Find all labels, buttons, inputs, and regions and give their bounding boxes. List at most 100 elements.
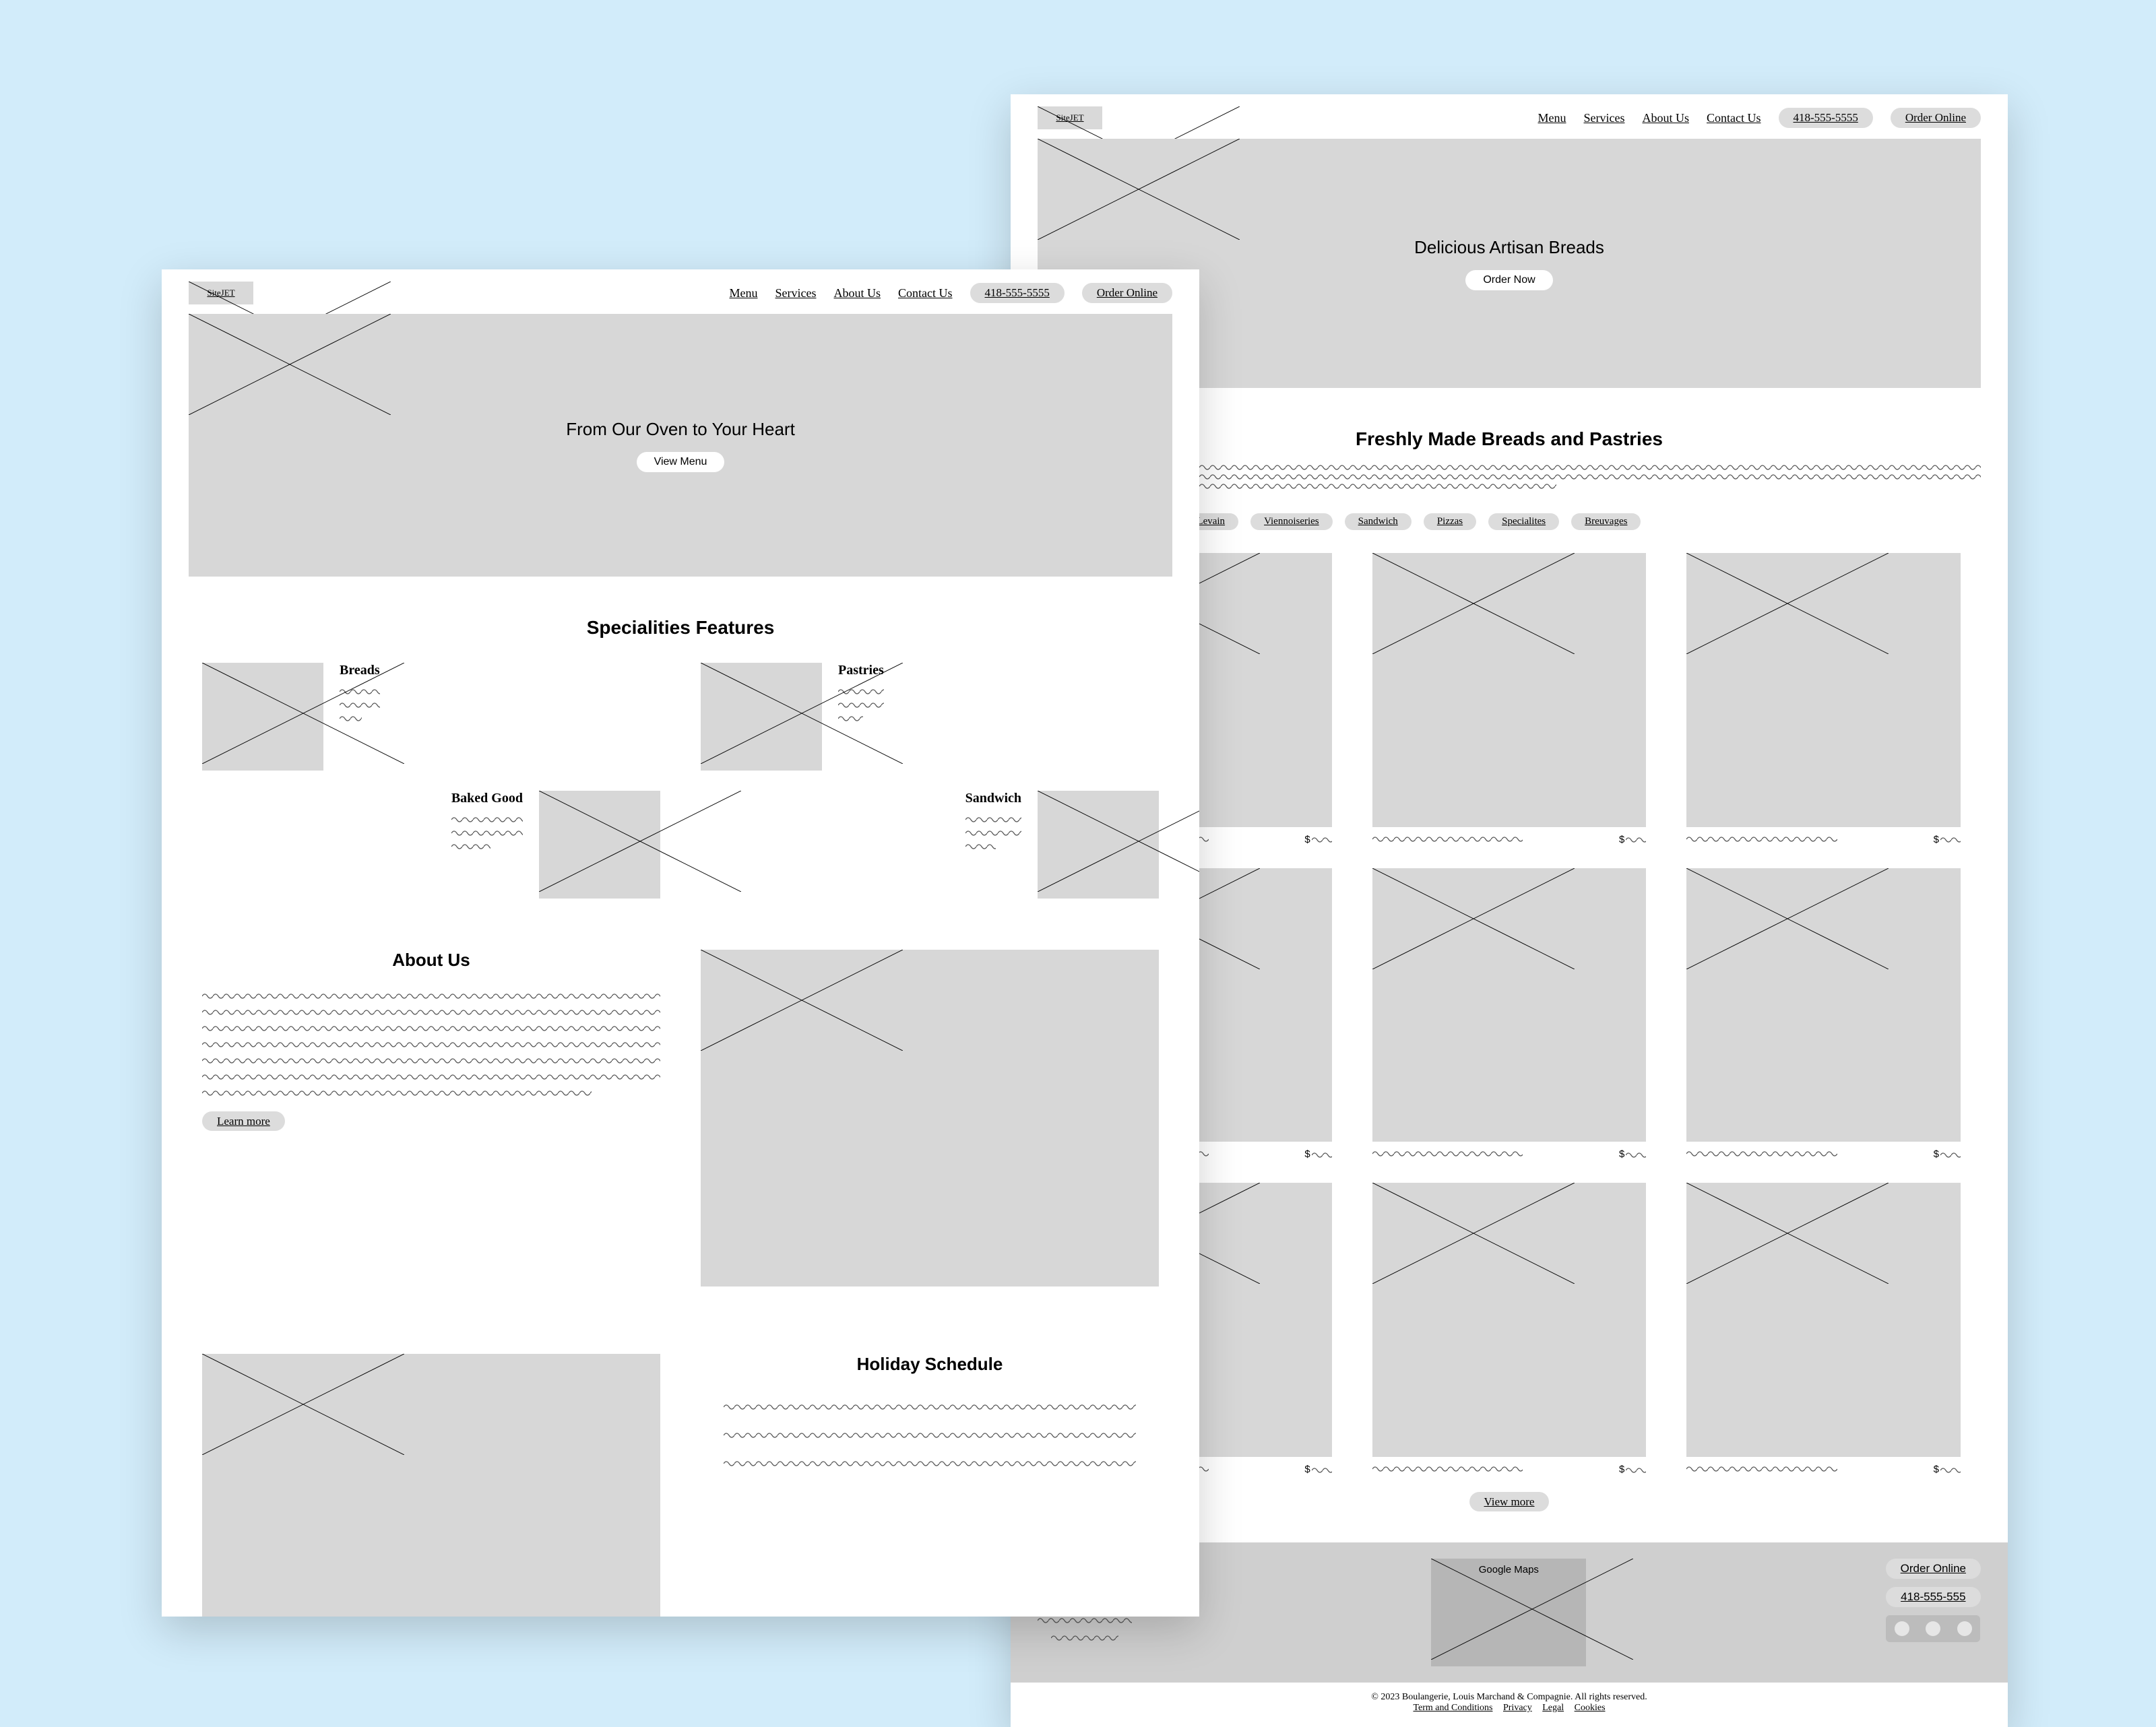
placeholder-x-icon: [1686, 553, 1889, 654]
feature-image-placeholder: [1038, 791, 1159, 899]
filter-pizzas[interactable]: Pizzas: [1424, 513, 1476, 530]
logo-label: SiteJET: [189, 282, 253, 304]
product-image-placeholder: [1686, 553, 1961, 827]
nav-services[interactable]: Services: [1584, 111, 1625, 125]
product-image-placeholder: [1372, 553, 1647, 827]
placeholder-x-icon: [1372, 868, 1575, 969]
legal-legal[interactable]: Legal: [1542, 1703, 1564, 1713]
product-card[interactable]: $: [1372, 553, 1647, 845]
learn-more-button[interactable]: Learn more: [202, 1111, 285, 1131]
placeholder-x-icon: [1686, 868, 1889, 969]
logo-placeholder[interactable]: SiteJET: [189, 282, 253, 304]
header: SiteJET Menu Services About Us Contact U…: [1011, 94, 2008, 139]
filter-breuvages[interactable]: Breuvages: [1571, 513, 1641, 530]
placeholder-x-icon: [1372, 553, 1575, 654]
placeholder-x-icon: [539, 791, 741, 892]
features-title: Specialities Features: [162, 617, 1199, 639]
map-label: Google Maps: [1479, 1564, 1539, 1575]
feature-sandwich: Sandwich: [701, 791, 1159, 899]
feature-desc: [451, 814, 523, 851]
placeholder-x-icon: [1038, 139, 1240, 240]
product-image-placeholder: [1372, 1183, 1647, 1457]
holiday-title: Holiday Schedule: [701, 1354, 1159, 1375]
product-name-placeholder: [1686, 1464, 1837, 1473]
nav-services[interactable]: Services: [775, 286, 817, 300]
nav-about[interactable]: About Us: [1642, 111, 1689, 125]
feature-image-placeholder: [539, 791, 660, 899]
social-icon[interactable]: [1895, 1621, 1909, 1636]
copyright: © 2023 Boulangerie, Louis Marchand & Com…: [1011, 1692, 2008, 1703]
placeholder-x-icon: [1038, 791, 1199, 892]
placeholder-x-icon: [189, 314, 391, 415]
nav-menu[interactable]: Menu: [1538, 111, 1566, 125]
product-price: $: [1619, 1148, 1646, 1160]
placeholder-x-icon: [1372, 1183, 1575, 1284]
product-card[interactable]: $: [1686, 1183, 1961, 1475]
about-body: [202, 991, 660, 1097]
legal-terms[interactable]: Term and Conditions: [1413, 1703, 1492, 1713]
order-online-pill[interactable]: Order Online: [1082, 283, 1172, 303]
features-grid: Breads Pastries Baked Good: [202, 663, 1159, 899]
about-text: About Us Learn more: [202, 950, 660, 1286]
nav-contact[interactable]: Contact Us: [898, 286, 953, 300]
about-image-placeholder: [701, 950, 1159, 1286]
hero-title: From Our Oven to Your Heart: [566, 419, 795, 440]
legal-footer: © 2023 Boulangerie, Louis Marchand & Com…: [1011, 1683, 2008, 1727]
header: SiteJET Menu Services About Us Contact U…: [162, 269, 1199, 314]
about-row: About Us Learn more: [202, 950, 1159, 1286]
filter-viennoiseries[interactable]: Viennoiseries: [1250, 513, 1333, 530]
product-name-placeholder: [1372, 834, 1523, 843]
product-price: $: [1304, 1148, 1331, 1160]
footer-actions: Order Online 418-555-555: [1886, 1559, 1981, 1642]
placeholder-x-icon: [701, 663, 903, 764]
hero-cta-button[interactable]: View Menu: [637, 452, 725, 472]
social-links: [1886, 1615, 1980, 1642]
product-price: $: [1304, 834, 1331, 845]
footer-hours-text: [1038, 1615, 1132, 1625]
hero-cta-button[interactable]: Order Now: [1465, 270, 1552, 290]
nav-contact[interactable]: Contact Us: [1707, 111, 1761, 125]
feature-name: Baked Good: [451, 791, 523, 806]
product-price: $: [1304, 1464, 1331, 1475]
filter-sandwich[interactable]: Sandwich: [1345, 513, 1412, 530]
product-name-placeholder: [1372, 1464, 1523, 1473]
product-card[interactable]: $: [1686, 868, 1961, 1161]
logo-placeholder[interactable]: SiteJET: [1038, 106, 1102, 129]
product-price: $: [1934, 1464, 1961, 1475]
placeholder-x-icon: [1686, 1183, 1889, 1284]
product-name-placeholder: [1686, 834, 1837, 843]
phone-pill[interactable]: 418-555-5555: [970, 283, 1065, 303]
footer-map: Google Maps: [1431, 1559, 1586, 1666]
wireframe-page-home: SiteJET Menu Services About Us Contact U…: [162, 269, 1199, 1617]
product-price: $: [1934, 834, 1961, 845]
order-online-pill[interactable]: Order Online: [1891, 108, 1981, 128]
filter-specialites[interactable]: Specialites: [1488, 513, 1559, 530]
about-title: About Us: [202, 950, 660, 971]
product-price: $: [1619, 834, 1646, 845]
map-placeholder[interactable]: Google Maps: [1431, 1559, 1586, 1666]
view-more-button[interactable]: View more: [1469, 1492, 1550, 1511]
nav-menu[interactable]: Menu: [730, 286, 758, 300]
holiday-row: View Special Menu Holiday Schedule: [202, 1354, 1159, 1617]
legal-privacy[interactable]: Privacy: [1503, 1703, 1532, 1713]
product-card[interactable]: $: [1686, 553, 1961, 845]
product-price: $: [1934, 1148, 1961, 1160]
product-price: $: [1619, 1464, 1646, 1475]
product-image-placeholder: [1372, 868, 1647, 1142]
footer-order-online[interactable]: Order Online: [1886, 1559, 1981, 1579]
phone-pill[interactable]: 418-555-5555: [1779, 108, 1873, 128]
placeholder-x-icon: [701, 950, 903, 1051]
product-name-placeholder: [1686, 1148, 1837, 1158]
top-nav: Menu Services About Us Contact Us 418-55…: [730, 283, 1173, 303]
social-icon[interactable]: [1926, 1621, 1940, 1636]
product-name-placeholder: [1372, 1148, 1523, 1158]
social-icon[interactable]: [1957, 1621, 1972, 1636]
legal-cookies[interactable]: Cookies: [1575, 1703, 1606, 1713]
footer-phone[interactable]: 418-555-555: [1886, 1587, 1980, 1607]
feature-baked-good: Baked Good: [202, 791, 660, 899]
placeholder-x-icon: [202, 663, 404, 764]
product-card[interactable]: $: [1372, 1183, 1647, 1475]
product-card[interactable]: $: [1372, 868, 1647, 1161]
nav-about[interactable]: About Us: [833, 286, 881, 300]
product-image-placeholder: [1686, 868, 1961, 1142]
